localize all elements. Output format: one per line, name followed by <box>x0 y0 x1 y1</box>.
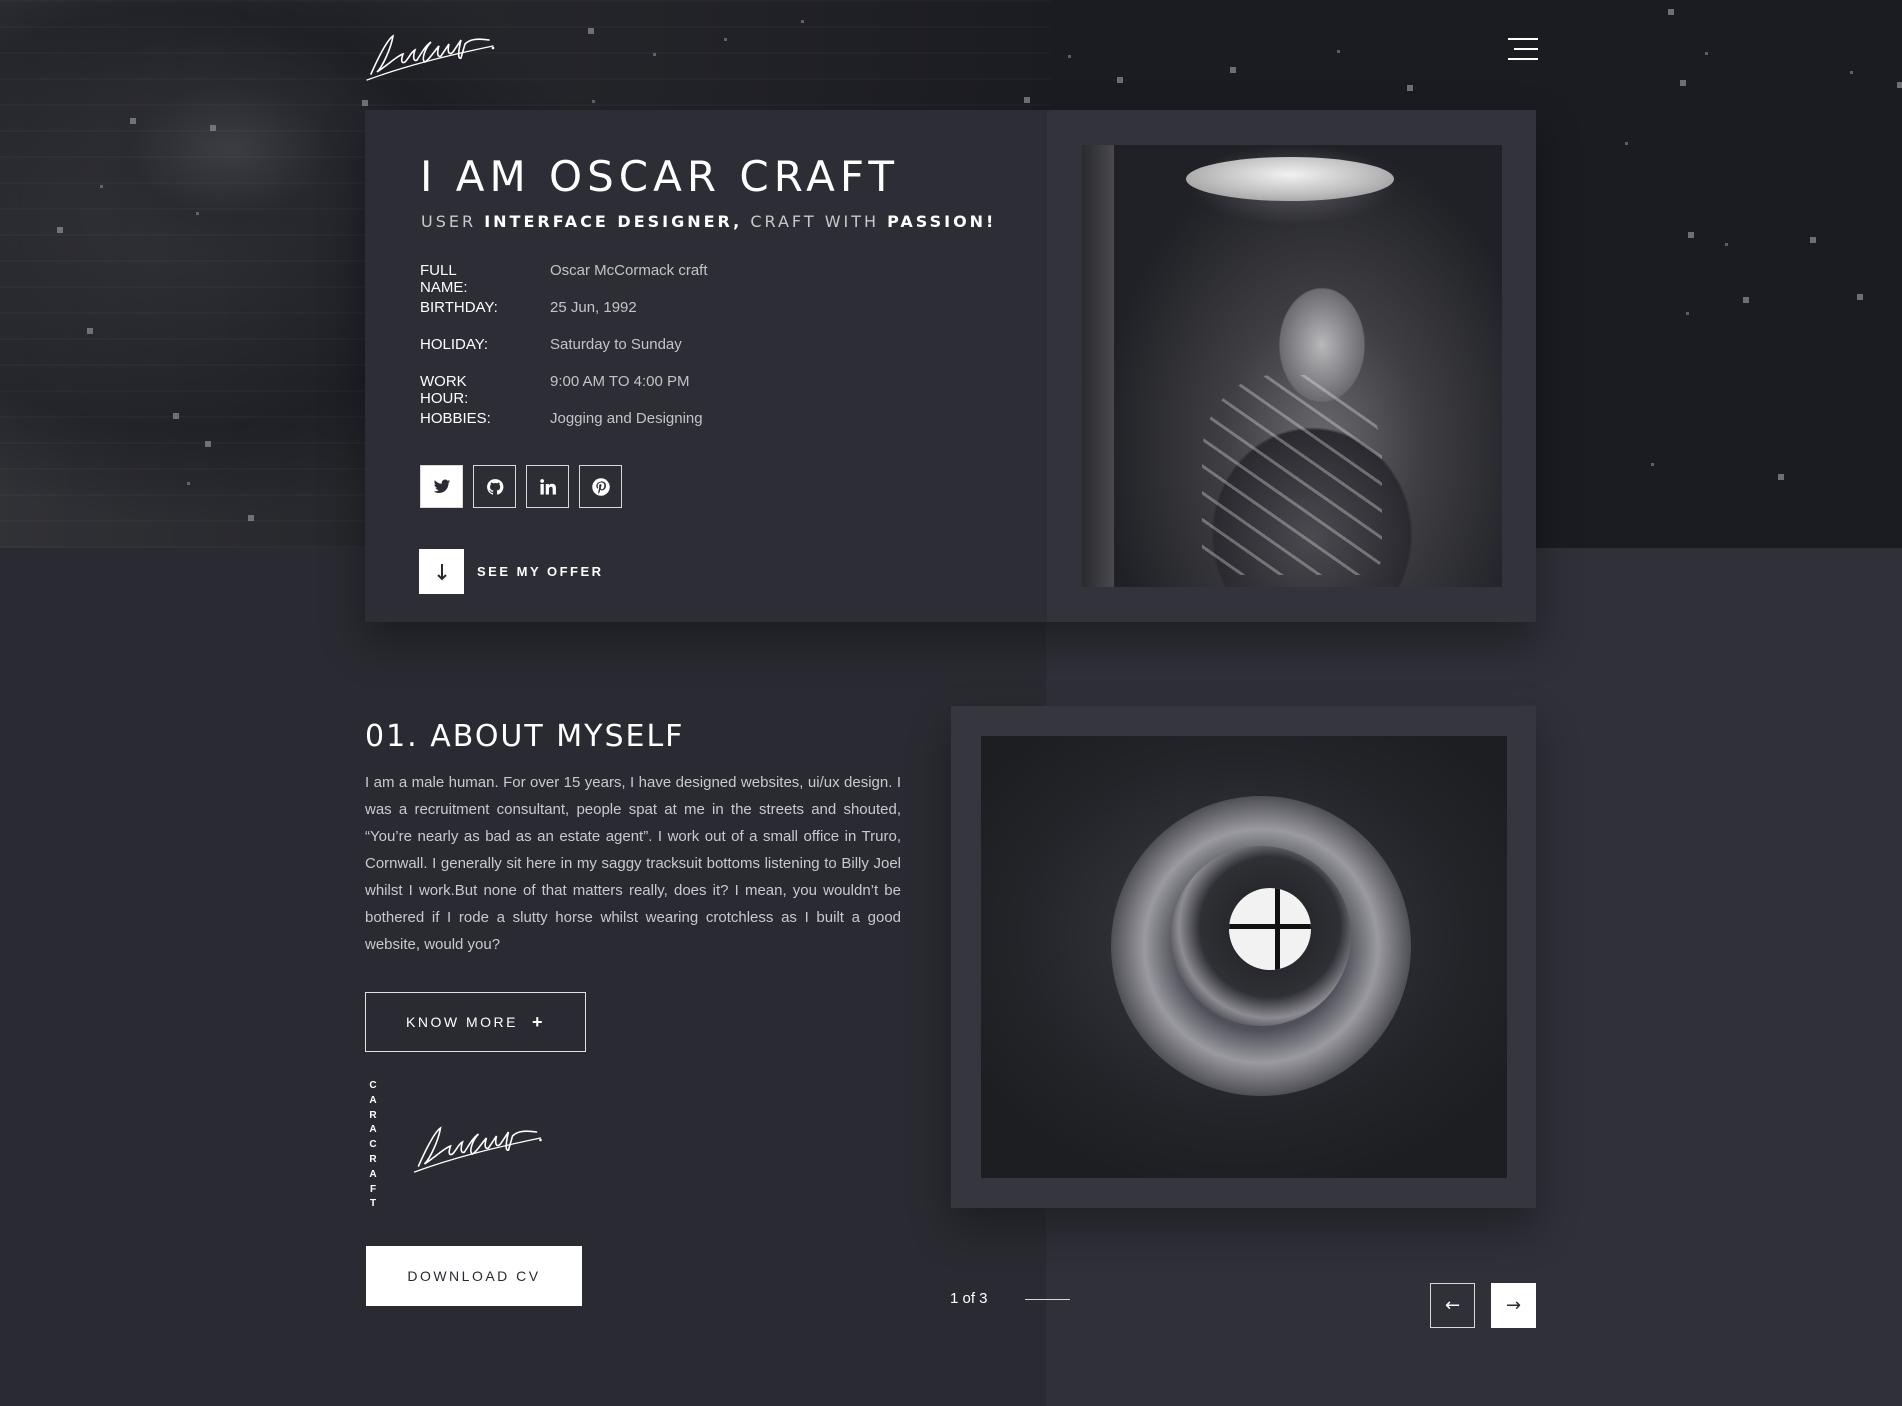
star-dot <box>1651 463 1654 466</box>
subtitle-part: CRAFT WITH <box>742 212 888 231</box>
linkedin-link[interactable] <box>526 465 569 508</box>
image-slider <box>951 706 1536 1208</box>
star-dot <box>1625 142 1628 145</box>
pinterest-link[interactable] <box>579 465 622 508</box>
info-label: BIRTHDAY: <box>420 299 498 316</box>
star-dot <box>1230 67 1236 73</box>
star-dot <box>87 328 93 334</box>
info-label: WORK HOUR: <box>420 373 469 407</box>
twitter-icon <box>433 479 450 493</box>
star-dot <box>588 28 594 34</box>
info-value: Saturday to Sunday <box>550 336 682 353</box>
signature-image <box>413 1126 542 1173</box>
star-dot <box>362 100 368 106</box>
github-link[interactable] <box>473 465 516 508</box>
info-label: HOBBIES: <box>420 410 491 427</box>
star-dot <box>1407 85 1413 91</box>
intro-card: I AM OSCAR CRAFT USER INTERFACE DESIGNER… <box>365 110 1536 622</box>
info-value: 9:00 AM TO 4:00 PM <box>550 373 690 390</box>
star-dot <box>196 212 199 215</box>
info-value: Oscar McCormack craft <box>550 262 708 279</box>
star-dot <box>1725 243 1728 246</box>
tattoo-pattern <box>1202 375 1382 575</box>
star-dot <box>653 53 656 56</box>
download-cv-button[interactable]: DOWNLOAD CV <box>366 1246 582 1306</box>
next-slide-button[interactable]: → <box>1491 1283 1536 1328</box>
about-title: 01. ABOUT MYSELF <box>365 719 685 754</box>
portrait-wall <box>1082 145 1114 587</box>
star-dot <box>1705 52 1708 55</box>
star-dot <box>1337 50 1340 53</box>
star-dot <box>1810 237 1816 243</box>
info-label: HOLIDAY: <box>420 336 489 353</box>
github-icon <box>486 478 503 495</box>
pinterest-icon <box>591 477 610 496</box>
star-dot <box>1850 71 1853 74</box>
round-window <box>1229 888 1311 970</box>
slide-counter: 1 of 3 <box>950 1290 988 1307</box>
see-my-offer-label: SEE MY OFFER <box>477 564 604 579</box>
menu-line <box>1508 58 1538 60</box>
star-dot <box>1743 297 1749 303</box>
prev-slide-button[interactable]: ← <box>1430 1283 1475 1328</box>
star-dot <box>1680 80 1686 86</box>
star-dot <box>1117 77 1123 83</box>
star-dot <box>592 100 595 103</box>
star-dot <box>1857 294 1863 300</box>
know-more-button[interactable]: KNOW MORE + <box>365 992 586 1052</box>
star-dot <box>1688 232 1694 238</box>
vertical-name: CARACRAFT <box>369 1080 377 1210</box>
linkedin-icon <box>539 478 556 494</box>
info-value: Jogging and Designing <box>550 410 703 427</box>
spiral-staircase-photo <box>981 736 1507 1178</box>
star-dot <box>1686 312 1689 315</box>
arrow-down-icon <box>419 549 464 594</box>
twitter-link[interactable] <box>420 465 463 508</box>
know-more-label: KNOW MORE <box>406 1014 518 1030</box>
info-label: FULL NAME: <box>420 262 468 296</box>
portrait-photo <box>1082 145 1502 587</box>
star-dot <box>57 227 63 233</box>
star-dot <box>801 20 804 23</box>
plus-icon: + <box>531 1011 545 1032</box>
signature-logo[interactable] <box>365 26 495 84</box>
star-dot <box>205 441 211 447</box>
menu-line <box>1508 38 1538 40</box>
hamburger-menu-icon[interactable] <box>1504 38 1538 64</box>
counter-divider <box>1025 1299 1070 1300</box>
star-dot <box>724 38 727 41</box>
ceiling-lamp <box>1186 157 1394 201</box>
star-dot <box>130 118 136 124</box>
star-dot <box>187 482 190 485</box>
social-links <box>420 465 622 508</box>
star-dot <box>210 125 216 131</box>
star-dot <box>1897 82 1902 88</box>
page-title: I AM OSCAR CRAFT <box>420 152 899 201</box>
star-dot <box>100 185 103 188</box>
subtitle-highlight: PASSION! <box>887 212 997 231</box>
info-value: 25 Jun, 1992 <box>550 299 637 316</box>
about-text: I am a male human. For over 15 years, I … <box>365 774 901 953</box>
star-dot <box>248 515 254 521</box>
see-my-offer-button[interactable]: SEE MY OFFER <box>419 549 604 594</box>
star-dot <box>1024 97 1030 103</box>
star-dot <box>1068 55 1071 58</box>
star-dot <box>1778 474 1784 480</box>
star-dot <box>1668 9 1674 15</box>
subtitle-highlight: INTERFACE DESIGNER, <box>484 212 743 231</box>
subtitle-part: USER <box>421 212 485 231</box>
menu-line <box>1514 48 1538 50</box>
hero-subtitle: USER INTERFACE DESIGNER, CRAFT WITH PASS… <box>421 212 996 231</box>
star-dot <box>173 413 179 419</box>
